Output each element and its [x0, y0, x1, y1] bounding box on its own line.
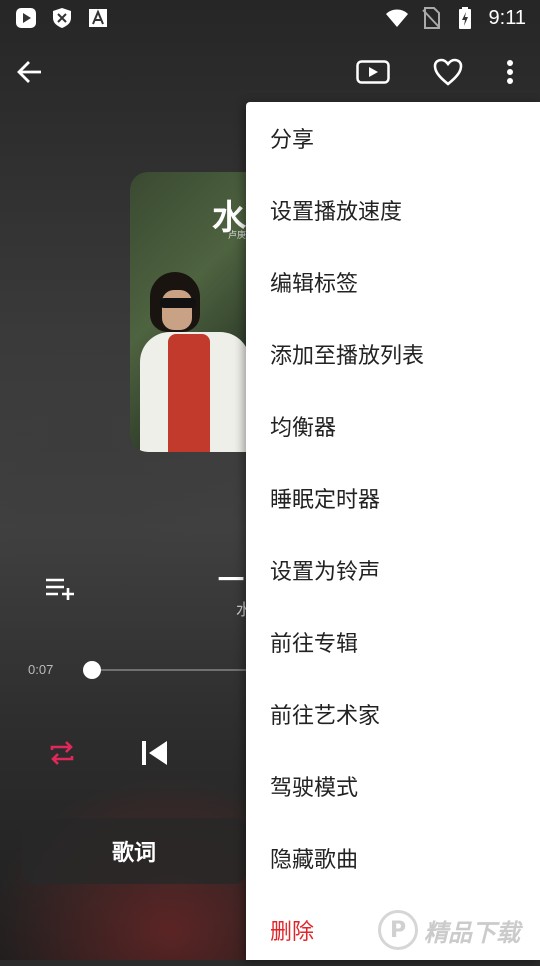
album-art-shirt	[168, 334, 210, 452]
menu-item-playback-speed[interactable]: 设置播放速度	[246, 174, 540, 246]
watermark-logo: P 精品下载	[378, 900, 540, 960]
previous-track-icon[interactable]	[134, 733, 174, 773]
back-arrow-icon[interactable]	[10, 52, 50, 92]
watermark-text: 精品下载	[424, 918, 520, 947]
menu-item-edit-tags[interactable]: 编辑标签	[246, 246, 540, 318]
menu-item-go-to-album[interactable]: 前往专辑	[246, 606, 540, 678]
progress-track[interactable]	[88, 669, 258, 671]
menu-item-hide-song[interactable]: 隐藏歌曲	[246, 822, 540, 894]
menu-item-driving-mode[interactable]: 驾驶模式	[246, 750, 540, 822]
menu-item-go-to-artist[interactable]: 前往艺术家	[246, 678, 540, 750]
battery-charging-icon	[453, 6, 477, 30]
menu-item-equalizer[interactable]: 均衡器	[246, 390, 540, 462]
play-store-icon	[14, 6, 38, 30]
player-toolbar	[0, 44, 540, 100]
album-art-subtitle: 卢庚	[228, 231, 247, 241]
album-art-glasses	[160, 298, 196, 308]
song-title: 一	[218, 566, 245, 596]
video-icon[interactable]	[353, 52, 393, 92]
status-bar: 9:11	[0, 0, 540, 36]
menu-item-share[interactable]: 分享	[246, 102, 540, 174]
progress-thumb[interactable]	[83, 661, 101, 679]
shield-icon	[50, 6, 74, 30]
heart-icon[interactable]	[428, 52, 468, 92]
album-art-face	[162, 290, 192, 330]
add-to-queue-icon[interactable]	[40, 570, 80, 606]
elapsed-time: 0:07	[28, 662, 54, 677]
clock-time: 9:11	[488, 6, 526, 29]
text-a-icon	[86, 6, 110, 30]
wifi-icon	[385, 6, 409, 30]
lyrics-button[interactable]: 歌词	[22, 818, 246, 884]
watermark-circle-icon: P	[378, 910, 418, 950]
menu-item-set-ringtone[interactable]: 设置为铃声	[246, 534, 540, 606]
repeat-icon[interactable]	[44, 735, 80, 771]
overflow-menu: 分享 设置播放速度 编辑标签 添加至播放列表 均衡器 睡眠定时器 设置为铃声 前…	[246, 102, 540, 960]
menu-item-add-to-playlist[interactable]: 添加至播放列表	[246, 318, 540, 390]
no-sim-icon	[419, 6, 443, 30]
menu-item-sleep-timer[interactable]: 睡眠定时器	[246, 462, 540, 534]
more-vert-icon[interactable]	[490, 52, 530, 92]
